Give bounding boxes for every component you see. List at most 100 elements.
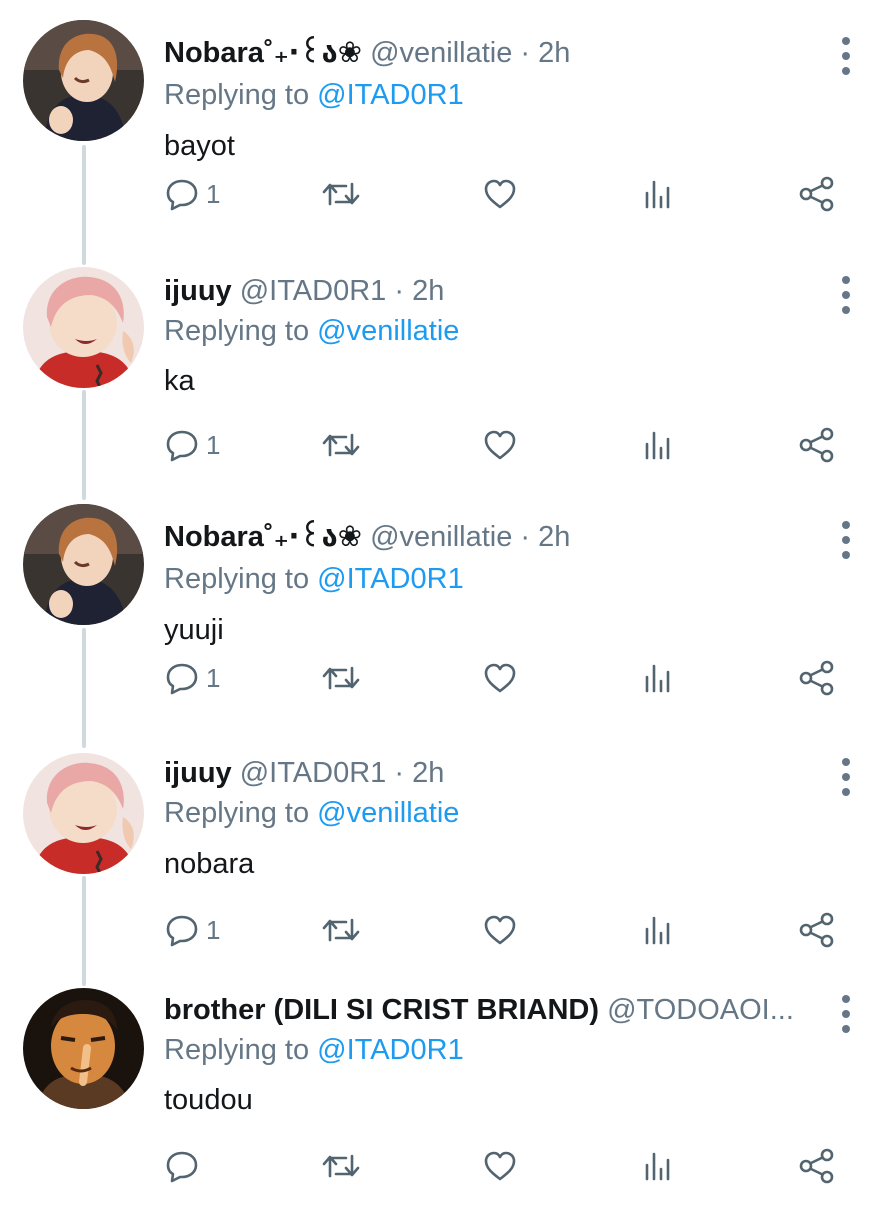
display-name[interactable]: ijuuy <box>164 757 232 789</box>
more-vertical-icon[interactable] <box>834 753 858 803</box>
mention-link[interactable]: @venillatie <box>317 315 459 347</box>
timestamp[interactable]: 2h <box>538 37 570 69</box>
like-button[interactable] <box>482 656 518 700</box>
like-button[interactable] <box>482 908 518 952</box>
tweet-header: ijuuy @ITAD0R1 · 2h <box>164 753 822 793</box>
display-name[interactable]: brother (DILI SI CRIST BRIAND) <box>164 994 599 1026</box>
user-handle[interactable]: @TODOAOI... <box>607 994 794 1026</box>
tweet[interactable]: Nobara˚₊‧꒰ა❀ @venillatie · 2h Replying t… <box>0 484 892 724</box>
retweet-icon <box>320 912 362 948</box>
separator: · <box>394 757 405 789</box>
retweet-icon <box>320 1148 362 1184</box>
timestamp[interactable]: 2h <box>412 275 444 307</box>
mention-link[interactable]: @venillatie <box>317 797 459 829</box>
avatar[interactable] <box>23 267 144 388</box>
user-handle[interactable]: @ITAD0R1 <box>240 275 387 307</box>
tweet-text: nobara <box>164 848 255 880</box>
retweet-button[interactable] <box>320 908 362 952</box>
retweet-icon <box>320 176 362 212</box>
display-name[interactable]: Nobara˚₊‧꒰ა❀ <box>164 521 362 553</box>
reply-count: 1 <box>206 915 221 945</box>
reply-count: 1 <box>206 663 221 693</box>
timestamp[interactable]: 2h <box>538 521 570 553</box>
like-button[interactable] <box>482 172 518 216</box>
separator: · <box>520 521 531 553</box>
tweet-header: ijuuy @ITAD0R1 · 2h <box>164 271 822 311</box>
avatar[interactable] <box>23 753 144 874</box>
replying-prefix: Replying to <box>164 797 310 829</box>
tweet[interactable]: brother (DILI SI CRIST BRIAND) @TODOAOI.… <box>0 968 892 1208</box>
reply-icon <box>164 660 200 696</box>
tweet-header: Nobara˚₊‧꒰ა❀ @venillatie · 2h <box>164 33 822 73</box>
share-button[interactable] <box>798 908 836 952</box>
mention-link[interactable]: @ITAD0R1 <box>317 79 464 111</box>
stats-button[interactable] <box>640 172 676 216</box>
stats-button[interactable] <box>640 423 676 467</box>
user-handle[interactable]: @venillatie <box>370 37 512 69</box>
reply-count: 1 <box>206 430 221 460</box>
mention-link[interactable]: @ITAD0R1 <box>317 1034 464 1066</box>
more-vertical-icon[interactable] <box>834 271 858 321</box>
share-button[interactable] <box>798 423 836 467</box>
tweet[interactable]: ijuuy @ITAD0R1 · 2h Replying to @venilla… <box>0 729 892 969</box>
like-button[interactable] <box>482 1144 518 1188</box>
reply-button[interactable] <box>164 1144 200 1188</box>
like-icon <box>482 1148 518 1184</box>
replying-to: Replying to @ITAD0R1 <box>164 75 464 115</box>
retweet-button[interactable] <box>320 423 362 467</box>
reply-count: 1 <box>206 179 221 209</box>
replying-to: Replying to @ITAD0R1 <box>164 1030 464 1070</box>
share-button[interactable] <box>798 1144 836 1188</box>
retweet-button[interactable] <box>320 1144 362 1188</box>
stats-button[interactable] <box>640 656 676 700</box>
display-name[interactable]: ijuuy <box>164 275 232 307</box>
share-button[interactable] <box>798 656 836 700</box>
reply-icon <box>164 176 200 212</box>
tweet[interactable]: Nobara˚₊‧꒰ა❀ @venillatie · 2h Replying t… <box>0 0 892 240</box>
tweet-text: bayot <box>164 130 235 162</box>
reply-button[interactable]: 1 <box>164 423 220 467</box>
more-vertical-icon[interactable] <box>834 32 858 82</box>
stats-button[interactable] <box>640 908 676 952</box>
avatar[interactable] <box>23 20 144 141</box>
retweet-button[interactable] <box>320 172 362 216</box>
user-handle[interactable]: @venillatie <box>370 521 512 553</box>
like-button[interactable] <box>482 423 518 467</box>
retweet-button[interactable] <box>320 656 362 700</box>
stats-button[interactable] <box>640 1144 676 1188</box>
tweet-text: yuuji <box>164 614 224 646</box>
share-icon <box>798 176 836 212</box>
display-name[interactable]: Nobara˚₊‧꒰ა❀ <box>164 37 362 69</box>
replying-prefix: Replying to <box>164 1034 310 1066</box>
reply-icon <box>164 912 200 948</box>
mention-link[interactable]: @ITAD0R1 <box>317 563 464 595</box>
share-button[interactable] <box>798 172 836 216</box>
timestamp[interactable]: 2h <box>412 757 444 789</box>
share-icon <box>798 427 836 463</box>
reply-icon <box>164 427 200 463</box>
stats-icon <box>640 427 676 463</box>
avatar[interactable] <box>23 504 144 625</box>
user-handle[interactable]: @ITAD0R1 <box>240 757 387 789</box>
reply-button[interactable]: 1 <box>164 172 220 216</box>
replying-prefix: Replying to <box>164 563 310 595</box>
like-icon <box>482 912 518 948</box>
more-vertical-icon[interactable] <box>834 516 858 566</box>
share-icon <box>798 912 836 948</box>
reply-icon <box>164 1148 200 1184</box>
tweet[interactable]: ijuuy @ITAD0R1 · 2h Replying to @venilla… <box>0 243 892 483</box>
separator: · <box>394 275 405 307</box>
avatar[interactable] <box>23 988 144 1109</box>
retweet-icon <box>320 660 362 696</box>
reply-thread: Nobara˚₊‧꒰ა❀ @venillatie · 2h Replying t… <box>0 0 892 1200</box>
reply-button[interactable]: 1 <box>164 908 220 952</box>
more-vertical-icon[interactable] <box>834 990 858 1040</box>
reply-button[interactable]: 1 <box>164 656 220 700</box>
like-icon <box>482 660 518 696</box>
share-icon <box>798 660 836 696</box>
replying-prefix: Replying to <box>164 315 310 347</box>
stats-icon <box>640 912 676 948</box>
retweet-icon <box>320 427 362 463</box>
tweet-header: brother (DILI SI CRIST BRIAND) @TODOAOI.… <box>164 990 822 1030</box>
replying-to: Replying to @venillatie <box>164 793 459 833</box>
